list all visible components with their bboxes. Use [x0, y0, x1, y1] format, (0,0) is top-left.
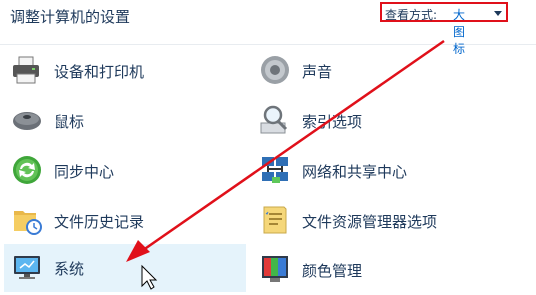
item-label: 索引选项 [302, 113, 363, 131]
item-file-history[interactable]: 文件历史记录 [4, 197, 244, 243]
page-title: 调整计算机的设置 [10, 8, 131, 26]
item-network-and-sharing-center[interactable]: 网络和共享中心 [252, 147, 492, 193]
magnifier-icon [260, 105, 288, 134]
color-management-icon [262, 256, 288, 282]
network-icon [262, 157, 288, 183]
mouse-icon [13, 112, 41, 130]
speaker-icon [261, 56, 289, 84]
page-header: 调整计算机的设置 查看方式: 大图标 [0, 0, 536, 56]
view-by-box: 查看方式: 大图标 [380, 2, 508, 56]
item-label: 鼠标 [54, 113, 85, 131]
item-indexing-options[interactable]: 索引选项 [252, 97, 492, 143]
item-sound[interactable]: 声音 [252, 47, 492, 93]
item-color-management[interactable]: 颜色管理 [252, 246, 492, 292]
item-file-explorer-options[interactable]: 文件资源管理器选项 [252, 197, 492, 243]
item-label: 同步中心 [54, 163, 115, 181]
item-label: 网络和共享中心 [302, 163, 408, 181]
item-label: 系统 [54, 260, 85, 278]
item-label: 颜色管理 [302, 262, 363, 280]
file-history-icon [14, 211, 42, 235]
item-label: 文件资源管理器选项 [302, 213, 438, 231]
computer-icon [14, 256, 40, 279]
item-mouse[interactable]: 鼠标 [4, 97, 244, 143]
item-devices-and-printers[interactable]: 设备和打印机 [4, 47, 244, 93]
sync-icon [13, 156, 41, 184]
printer-icon [13, 56, 39, 84]
item-label: 设备和打印机 [54, 63, 145, 81]
item-label: 文件历史记录 [54, 213, 145, 231]
item-sync-center[interactable]: 同步中心 [4, 147, 244, 193]
item-label: 声音 [302, 63, 333, 81]
folder-options-icon [263, 206, 287, 234]
chevron-down-icon [494, 11, 502, 16]
view-by-label: 查看方式: [385, 8, 438, 22]
item-system[interactable]: 系统 [4, 244, 246, 292]
